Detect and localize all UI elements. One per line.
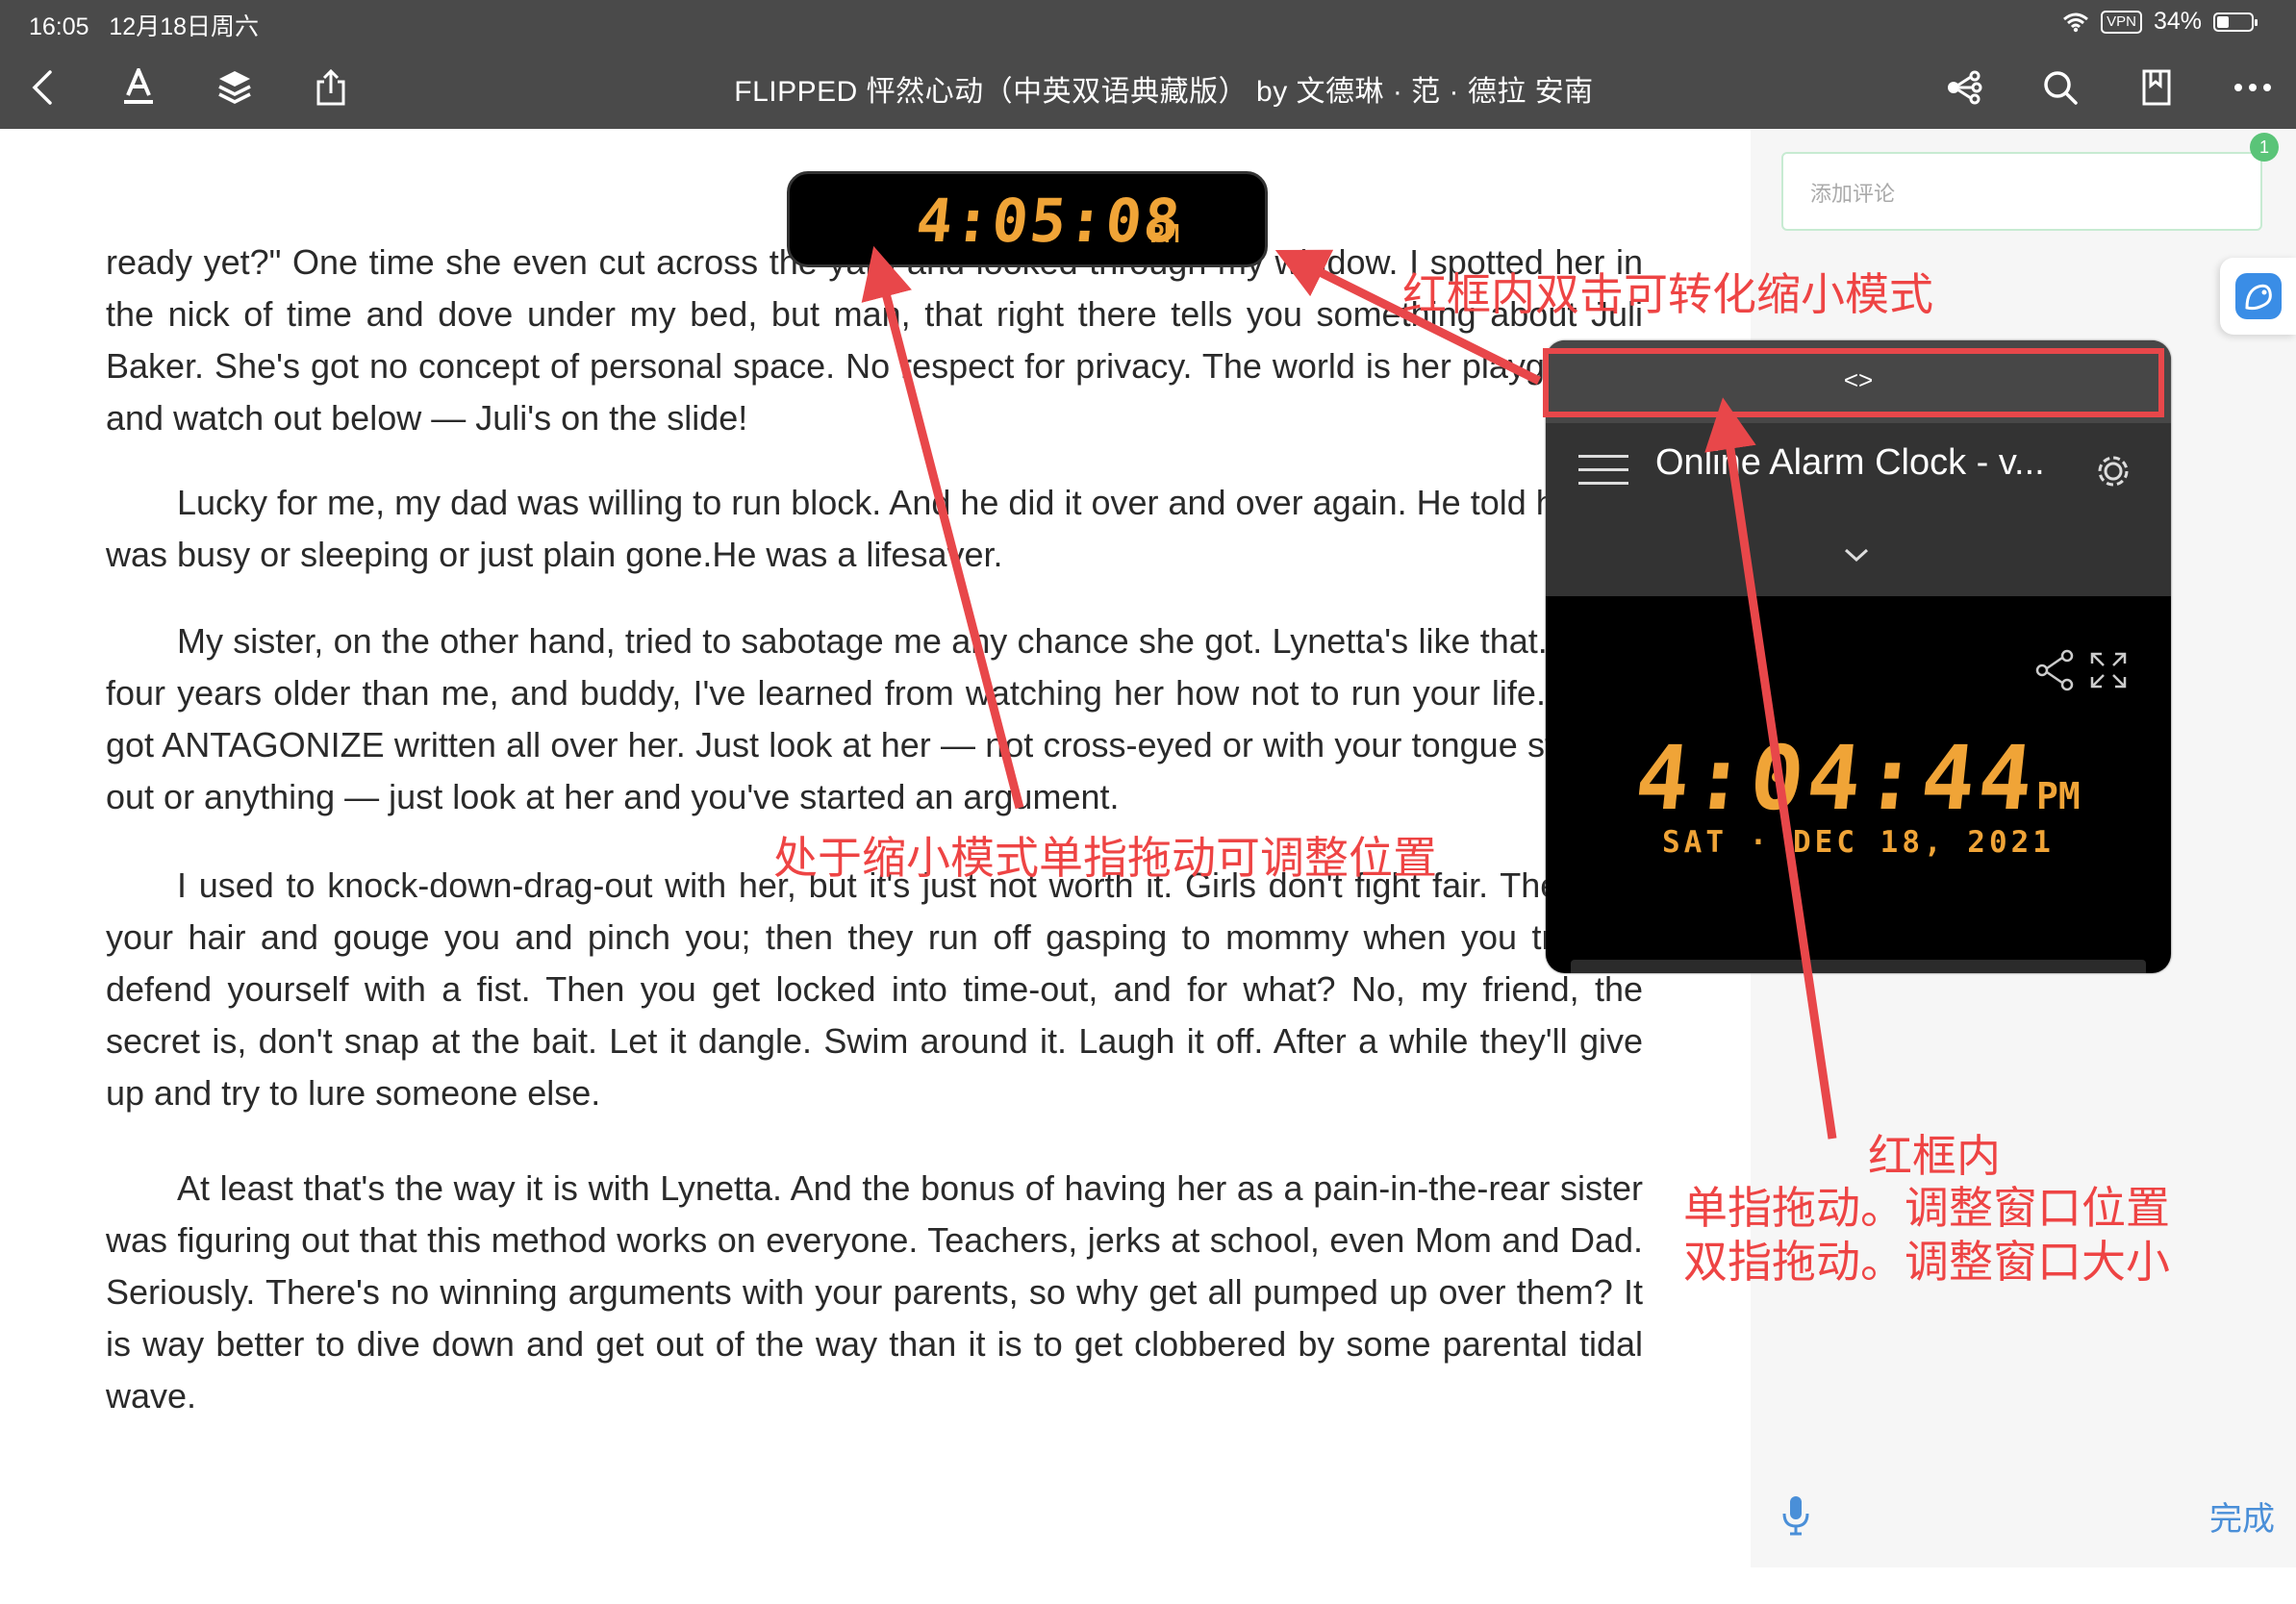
annotation-double-drag: 双指拖动。调整窗口大小: [1683, 1237, 2170, 1287]
arrow-to-compact-clock: [861, 245, 1024, 810]
annotation-arrows: [861, 245, 1837, 1140]
annotation-single-drag: 单指拖动。调整窗口位置: [1683, 1183, 2170, 1233]
annotation-double-tap: 红框内双击可转化缩小模式: [1402, 269, 1933, 319]
annotation-frame-title: 红框内: [1868, 1131, 2001, 1181]
annotation-compact-drag: 处于缩小模式单指拖动可调整位置: [773, 833, 1437, 883]
arrow-to-drag-handle: [1704, 397, 1837, 1140]
